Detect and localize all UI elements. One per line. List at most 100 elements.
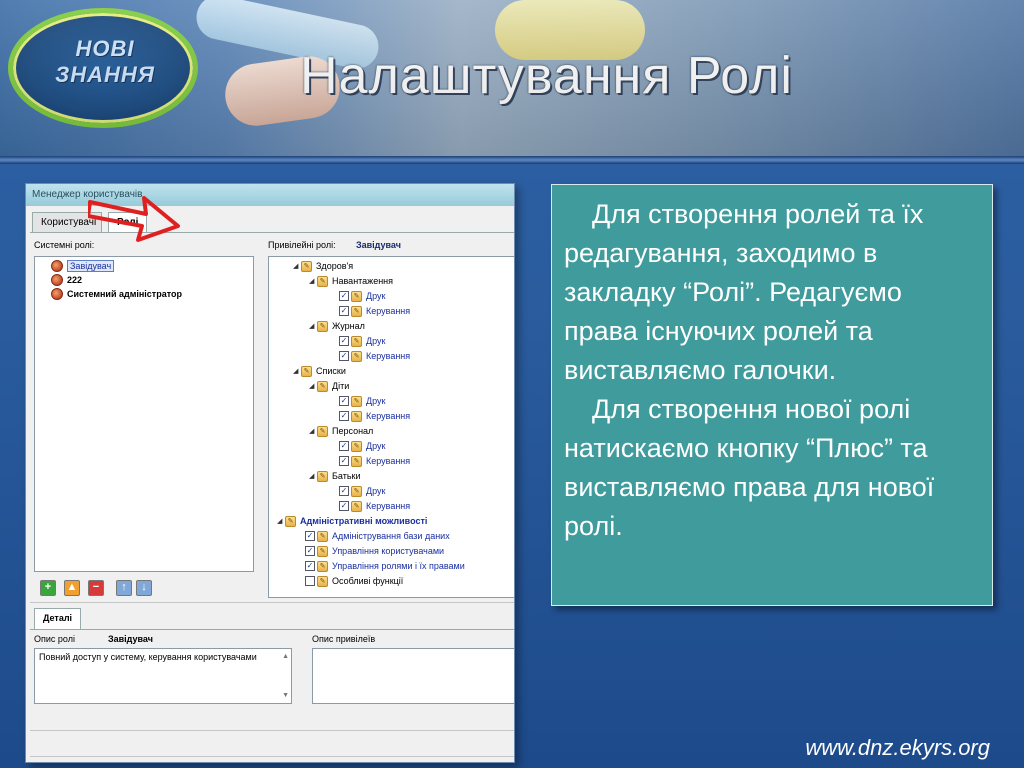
checkbox[interactable]: ✓: [305, 561, 315, 571]
checkbox[interactable]: ✓: [339, 501, 349, 511]
role-desc-name: Завідувач: [108, 634, 153, 644]
tree-label: Керування: [366, 411, 411, 421]
role-description-field[interactable]: Повний доступ у систему, керування корис…: [34, 648, 292, 704]
checkbox[interactable]: ✓: [339, 336, 349, 346]
checkbox[interactable]: ✓: [339, 396, 349, 406]
tab-details[interactable]: Деталі: [34, 608, 82, 629]
user-manager-window: Менеджер користувачів Користувачі Ролі С…: [25, 183, 515, 763]
checkbox[interactable]: ✓: [339, 441, 349, 451]
move-up-button[interactable]: ↑: [116, 580, 132, 596]
role-label: Системний адміністратор: [67, 289, 183, 299]
collapse-icon[interactable]: ◢: [309, 277, 317, 285]
tree-label: Персонал: [332, 426, 374, 436]
tree-node[interactable]: ◢ ✎ Журнал: [309, 319, 365, 333]
folder-key-icon: ✎: [301, 260, 312, 272]
tree-leaf[interactable]: ✓ ✎ Друк: [339, 334, 385, 348]
role-item-222[interactable]: 222: [51, 273, 82, 287]
checkbox[interactable]: ✓: [305, 546, 315, 556]
tree-leaf[interactable]: ✓ ✎ Управління користувачами: [305, 544, 444, 558]
privilege-description-field[interactable]: [312, 648, 514, 704]
tree-leaf[interactable]: ✓ ✎ Друк: [339, 289, 385, 303]
tree-leaf[interactable]: ✎ Особливі функції: [305, 574, 403, 588]
user-role-icon: [51, 288, 63, 300]
checkbox[interactable]: [305, 576, 315, 586]
chalk-decoration: [221, 52, 344, 130]
tree-label: Керування: [366, 306, 411, 316]
tree-node[interactable]: ◢ ✎ Здоров'я: [293, 259, 353, 273]
folder-key-icon: ✎: [317, 275, 328, 287]
privileges-tree[interactable]: ◢ ✎ Здоров'я ◢ ✎ Навантаження ✓ ✎ Друк ✓…: [268, 256, 514, 598]
collapse-icon[interactable]: ◢: [293, 367, 301, 375]
instruction-box: Для створення ролей та їх редагування, з…: [551, 184, 993, 606]
key-icon: ✎: [351, 290, 362, 302]
edit-role-button[interactable]: ▲: [64, 580, 80, 596]
checkbox[interactable]: ✓: [339, 351, 349, 361]
system-roles-label: Системні ролі:: [34, 240, 95, 250]
folder-key-icon: ✎: [285, 515, 296, 527]
delete-role-button[interactable]: −: [88, 580, 104, 596]
key-icon: ✎: [351, 500, 362, 512]
tree-leaf[interactable]: ✓ ✎ Друк: [339, 484, 385, 498]
key-icon: ✎: [317, 560, 328, 572]
tree-leaf[interactable]: ✓ ✎ Друк: [339, 394, 385, 408]
tree-leaf[interactable]: ✓ ✎ Управління ролями і їх правами: [305, 559, 465, 573]
collapse-icon[interactable]: ◢: [309, 322, 317, 330]
key-icon: ✎: [351, 350, 362, 362]
user-role-icon: [51, 260, 63, 272]
tab-label: Деталі: [43, 613, 73, 623]
tree-leaf[interactable]: ✓ ✎ Керування: [339, 409, 410, 423]
collapse-icon[interactable]: ◢: [309, 472, 317, 480]
scroll-down-icon[interactable]: ▼: [282, 692, 289, 699]
tree-label: Друк: [366, 441, 386, 451]
tab-divider: [30, 629, 514, 630]
move-down-button[interactable]: ↓: [136, 580, 152, 596]
role-description-text: Повний доступ у систему, керування корис…: [39, 652, 257, 662]
tree-label: Управління ролями і їх правами: [332, 561, 465, 571]
checkbox[interactable]: ✓: [339, 306, 349, 316]
instruction-paragraph: Для створення ролей та їх редагування, з…: [564, 199, 924, 385]
folder-key-icon: ✎: [317, 380, 328, 392]
checkbox[interactable]: ✓: [339, 456, 349, 466]
tree-leaf[interactable]: ✓ ✎ Керування: [339, 349, 410, 363]
tree-node[interactable]: ◢ ✎ Батьки: [309, 469, 361, 483]
section-divider: [30, 756, 514, 757]
tree-leaf[interactable]: ✓ ✎ Керування: [339, 499, 410, 513]
collapse-icon[interactable]: ◢: [309, 427, 317, 435]
collapse-icon[interactable]: ◢: [293, 262, 301, 270]
section-divider: [30, 602, 514, 603]
slide-header: НОВІ ЗНАННЯ Налаштування Ролі: [0, 0, 1024, 158]
tree-node[interactable]: ◢ ✎ Персонал: [309, 424, 373, 438]
collapse-icon[interactable]: ◢: [309, 382, 317, 390]
tree-leaf[interactable]: ✓ ✎ Адміністрування бази даних: [305, 529, 450, 543]
logo-icon: [8, 8, 198, 128]
collapse-icon[interactable]: ◢: [277, 517, 285, 525]
folder-key-icon: ✎: [317, 320, 328, 332]
logo: НОВІ ЗНАННЯ: [30, 36, 180, 88]
system-roles-list[interactable]: Завідувач 222 Системний адміністратор: [34, 256, 254, 572]
scroll-up-icon[interactable]: ▲: [282, 653, 289, 660]
tree-leaf[interactable]: ✓ ✎ Керування: [339, 304, 410, 318]
tree-label: Друк: [366, 291, 386, 301]
tree-label: Адміністративні можливості: [300, 516, 428, 526]
role-item-sysadmin[interactable]: Системний адміністратор: [51, 287, 182, 301]
tree-leaf[interactable]: ✓ ✎ Керування: [339, 454, 410, 468]
checkbox[interactable]: ✓: [305, 531, 315, 541]
add-role-button[interactable]: +: [40, 580, 56, 596]
key-icon: ✎: [351, 485, 362, 497]
key-icon: ✎: [351, 305, 362, 317]
tree-node[interactable]: ◢ ✎ Діти: [309, 379, 349, 393]
key-icon: ✎: [351, 395, 362, 407]
tree-leaf[interactable]: ✓ ✎ Друк: [339, 439, 385, 453]
privileges-label: Привілейні ролі:: [268, 240, 336, 250]
tree-label: Керування: [366, 351, 411, 361]
tree-node[interactable]: ◢ ✎ Навантаження: [309, 274, 393, 288]
role-item-head[interactable]: Завідувач: [51, 259, 115, 273]
checkbox[interactable]: ✓: [339, 486, 349, 496]
tree-node[interactable]: ◢ ✎ Списки: [293, 364, 346, 378]
tree-node[interactable]: ◢ ✎ Адміністративні можливості: [277, 514, 427, 528]
header-divider: [0, 156, 1024, 164]
checkbox[interactable]: ✓: [339, 291, 349, 301]
tree-label: Друк: [366, 336, 386, 346]
key-icon: ✎: [317, 530, 328, 542]
checkbox[interactable]: ✓: [339, 411, 349, 421]
